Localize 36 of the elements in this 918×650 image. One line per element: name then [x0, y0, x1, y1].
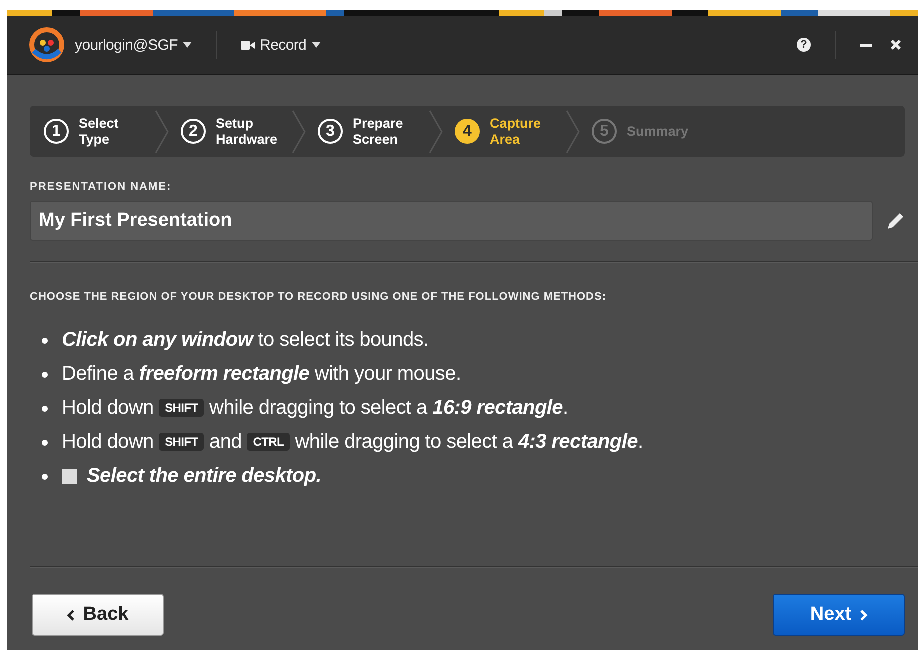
step-tab[interactable]: 1 Select Type	[44, 116, 149, 148]
instruction-text: Select the entire desktop.	[87, 465, 322, 488]
step-tab[interactable]: 4 Capture Area	[455, 116, 560, 148]
field-label: PRESENTATION NAME:	[30, 181, 173, 193]
step-tab[interactable]: 3 Prepare Screen	[318, 116, 423, 148]
caret-icon	[312, 42, 321, 48]
chevron-right-icon	[860, 610, 868, 620]
instruction-text: Hold down SHIFT while dragging to select a 16:9 rectangle.	[62, 397, 568, 420]
record-menu[interactable]: Record	[241, 36, 321, 54]
next-button[interactable]: Next	[773, 594, 905, 636]
instruction-text: Click on any window to select its bounds.	[62, 329, 429, 352]
caret-icon	[183, 42, 192, 48]
chevron-left-icon	[67, 610, 76, 620]
bullet-icon	[42, 474, 48, 480]
minimize-icon[interactable]	[860, 44, 872, 46]
instruction-text: Hold down SHIFT and CTRL while dragging to select a 4:3 rectangle.	[62, 431, 644, 454]
name-field[interactable]: My First Presentation	[30, 201, 873, 241]
logo-icon	[29, 27, 65, 63]
back-button[interactable]: Back	[32, 594, 164, 636]
bullet-icon	[42, 372, 48, 378]
chevron-icon	[155, 110, 169, 154]
video-camera-icon	[241, 40, 256, 50]
pencil-icon[interactable]	[887, 212, 905, 230]
instructions-heading: CHOOSE THE REGION OF YOUR DESKTOP TO RECORD USING ONE OF THE FOLLOWING METHODS:	[30, 291, 608, 303]
help-button[interactable]: ?	[797, 38, 811, 52]
chevron-icon	[429, 110, 443, 154]
square-icon	[62, 469, 77, 484]
close-icon[interactable]	[890, 39, 902, 51]
bullet-icon	[42, 338, 48, 344]
account-menu[interactable]: yourlogin@SGF	[75, 36, 192, 54]
step-tab[interactable]: 2 Setup Hardware	[181, 116, 286, 148]
bullet-icon	[42, 406, 48, 412]
instruction-text: Define a freeform rectangle with your mouse.	[62, 363, 462, 386]
chevron-icon	[566, 110, 580, 154]
bullet-icon	[42, 440, 48, 446]
chevron-icon	[292, 110, 306, 154]
